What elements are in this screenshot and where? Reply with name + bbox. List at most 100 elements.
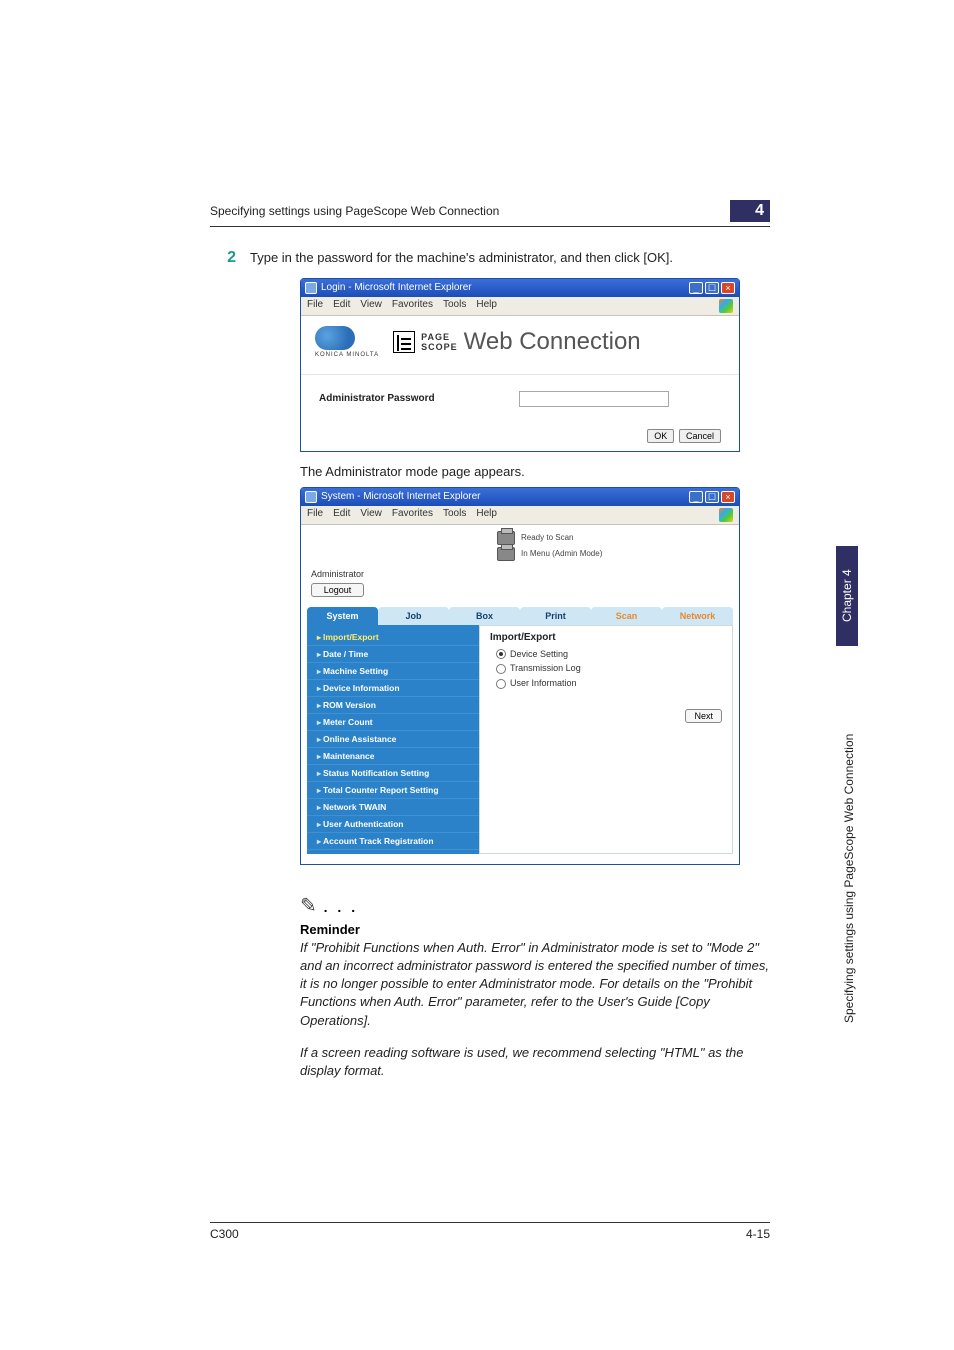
note-dots: . . . (317, 899, 358, 915)
ie-logo-icon (719, 299, 733, 313)
radio-label: Device Setting (510, 649, 568, 659)
login-buttons: OK Cancel (301, 417, 739, 451)
menu-file[interactable]: File (307, 299, 323, 313)
login-row: Administrator Password (319, 391, 721, 407)
admin-caption: The Administrator mode page appears. (300, 464, 770, 479)
admin-titlebar: System - Microsoft Internet Explorer _ ☐… (301, 488, 739, 506)
admin-top-row: Administrator Logout (301, 563, 739, 603)
admin-window: System - Microsoft Internet Explorer _ ☐… (300, 487, 740, 865)
banner: KONICA MINOLTA PAGESCOPE Web Connection (301, 316, 739, 375)
menu-tools[interactable]: Tools (443, 299, 466, 313)
maximize-icon[interactable]: ☐ (705, 282, 719, 294)
ok-button[interactable]: OK (647, 429, 674, 443)
sidebar-item-network-twain[interactable]: Network TWAIN (307, 799, 479, 816)
close-icon[interactable]: × (721, 282, 735, 294)
side-tab-title: Specifying settings using PageScope Web … (840, 648, 858, 1108)
step-number: 2 (210, 249, 250, 268)
ie-icon (305, 282, 317, 294)
reminder-heading: Reminder (300, 922, 770, 937)
login-menubar: File Edit View Favorites Tools Help (301, 297, 739, 316)
radio-device-setting[interactable]: Device Setting (490, 647, 722, 662)
menu-edit[interactable]: Edit (333, 299, 350, 313)
sidebar-item-status-notification[interactable]: Status Notification Setting (307, 765, 479, 782)
admin-password-label: Administrator Password (319, 393, 519, 404)
printer-icon (497, 531, 515, 545)
menu-help[interactable]: Help (476, 508, 497, 522)
ps-top: PAGE (421, 332, 450, 342)
radio-icon[interactable] (496, 649, 506, 659)
tab-scan[interactable]: Scan (591, 607, 662, 625)
pagescope-logo: PAGESCOPE Web Connection (393, 328, 641, 356)
web-connection-text: Web Connection (464, 328, 641, 356)
login-content: KONICA MINOLTA PAGESCOPE Web Connection … (301, 316, 739, 451)
side-tab-chapter: Chapter 4 (836, 546, 858, 646)
menu-file[interactable]: File (307, 508, 323, 522)
reminder-body-1: If "Prohibit Functions when Auth. Error"… (300, 939, 770, 1030)
sidebar-item-online-assistance[interactable]: Online Assistance (307, 731, 479, 748)
pagescope-icon (393, 331, 415, 353)
radio-user-information[interactable]: User Information (490, 676, 722, 691)
km-logo-icon (315, 326, 355, 350)
minimize-icon[interactable]: _ (689, 491, 703, 503)
menu-view[interactable]: View (360, 508, 382, 522)
sidebar-item-meter-count[interactable]: Meter Count (307, 714, 479, 731)
ie-logo-icon (719, 508, 733, 522)
login-window: Login - Microsoft Internet Explorer _ ☐ … (300, 278, 740, 452)
logout-button[interactable]: Logout (311, 583, 364, 597)
tab-box[interactable]: Box (449, 607, 520, 625)
maximize-icon[interactable]: ☐ (705, 491, 719, 503)
status-ready: Ready to Scan (521, 533, 573, 542)
printer-icon (497, 547, 515, 561)
menu-favorites[interactable]: Favorites (392, 508, 433, 522)
step-text: Type in the password for the machine's a… (250, 249, 770, 268)
role-label: Administrator (311, 569, 364, 579)
sidebar-item-user-authentication[interactable]: User Authentication (307, 816, 479, 833)
step-row: 2 Type in the password for the machine's… (210, 249, 770, 268)
radio-transmission-log[interactable]: Transmission Log (490, 661, 722, 676)
sidebar-item-date-time[interactable]: Date / Time (307, 646, 479, 663)
sidebar-item-rom-version[interactable]: ROM Version (307, 697, 479, 714)
status-mode: In Menu (Admin Mode) (521, 549, 602, 558)
sidebar-item-import-export[interactable]: Import/Export (307, 629, 479, 646)
menu-favorites[interactable]: Favorites (392, 299, 433, 313)
ie-icon (305, 491, 317, 503)
radio-icon[interactable] (496, 664, 506, 674)
admin-window-title: System - Microsoft Internet Explorer (321, 491, 481, 502)
menu-view[interactable]: View (360, 299, 382, 313)
minimize-icon[interactable]: _ (689, 282, 703, 294)
pagescope-text: PAGESCOPE (421, 332, 458, 352)
page-footer: C300 4-15 (210, 1222, 770, 1241)
next-wrap: Next (490, 709, 722, 723)
sidebar-item-maintenance[interactable]: Maintenance (307, 748, 479, 765)
sidebar-item-account-track[interactable]: Account Track Registration (307, 833, 479, 850)
sidebar-item-total-counter-report[interactable]: Total Counter Report Setting (307, 782, 479, 799)
next-button[interactable]: Next (685, 709, 722, 723)
tab-job[interactable]: Job (378, 607, 449, 625)
menu-tools[interactable]: Tools (443, 508, 466, 522)
km-brand-text: KONICA MINOLTA (315, 352, 379, 358)
reminder-block: ✎ . . . Reminder If "Prohibit Functions … (300, 893, 770, 1080)
note-icon: ✎ (300, 895, 317, 917)
running-header: Specifying settings using PageScope Web … (210, 200, 770, 227)
admin-sidebar: Import/Export Date / Time Machine Settin… (307, 625, 479, 854)
menu-help[interactable]: Help (476, 299, 497, 313)
footer-model: C300 (210, 1227, 239, 1241)
tab-network[interactable]: Network (662, 607, 733, 625)
login-titlebar: Login - Microsoft Internet Explorer _ ☐ … (301, 279, 739, 297)
reminder-body-2: If a screen reading software is used, we… (300, 1044, 770, 1080)
tab-system[interactable]: System (307, 607, 378, 625)
status-row: Ready to Scan (301, 525, 739, 547)
menu-edit[interactable]: Edit (333, 508, 350, 522)
close-icon[interactable]: × (721, 491, 735, 503)
sidebar-item-device-information[interactable]: Device Information (307, 680, 479, 697)
admin-menubar: File Edit View Favorites Tools Help (301, 506, 739, 525)
page-body: Specifying settings using PageScope Web … (210, 200, 770, 1094)
status-row-2: In Menu (Admin Mode) (301, 547, 739, 563)
cancel-button[interactable]: Cancel (679, 429, 721, 443)
radio-icon[interactable] (496, 679, 506, 689)
login-window-title: Login - Microsoft Internet Explorer (321, 282, 472, 293)
sidebar-item-machine-setting[interactable]: Machine Setting (307, 663, 479, 680)
admin-password-input[interactable] (519, 391, 669, 407)
login-body: Administrator Password (301, 375, 739, 417)
tab-print[interactable]: Print (520, 607, 591, 625)
